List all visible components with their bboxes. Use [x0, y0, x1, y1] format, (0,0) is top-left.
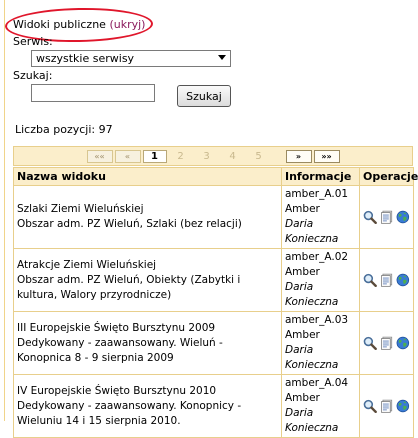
view-info-cell: amber_A.03 Amber Daria Konieczna [281, 311, 360, 375]
view-name: III Europejskie Święto Bursztynu 2009 [17, 321, 216, 334]
view-code: amber_A.01 [285, 188, 349, 200]
view-type: Amber [285, 203, 320, 215]
pager-page-5[interactable]: 5 [247, 150, 271, 163]
view-description: Obszar adm. PZ Wieluń, Szlaki (bez relac… [17, 218, 242, 230]
author-last-name: Konieczna [285, 422, 339, 434]
document-icon[interactable] [380, 273, 394, 287]
search-input[interactable] [31, 84, 155, 102]
document-icon[interactable] [380, 336, 394, 350]
service-select[interactable]: wszystkie serwisy [31, 50, 231, 67]
table-row: IV Europejskie Święto Bursztynu 2010 Ded… [13, 374, 414, 438]
view-name-cell: Atrakcje Ziemi Wieluńskiej Obszar adm. P… [13, 248, 282, 312]
pager-page-4[interactable]: 4 [221, 150, 245, 163]
globe-icon[interactable] [396, 399, 410, 413]
search-button[interactable]: Szukaj [177, 85, 231, 107]
author-last-name: Konieczna [285, 296, 339, 308]
table-header-row: Nazwa widoku Informacje Operacje [13, 167, 418, 186]
view-description: Dedykowany - zaawansowany. Wieluń - Kono… [17, 336, 223, 364]
globe-icon[interactable] [396, 273, 410, 287]
item-count: Liczba pozycji: 97 [15, 123, 113, 136]
author-first-name: Daria [285, 281, 314, 293]
public-views-title: Widoki publiczne [13, 18, 106, 31]
pager-next-button[interactable]: » [285, 149, 312, 163]
globe-icon[interactable] [396, 210, 410, 224]
view-ops-cell [359, 374, 414, 438]
magnifier-icon[interactable] [363, 210, 377, 224]
view-description: Dedykowany - zaawansowany. Konopnicy - W… [17, 399, 242, 427]
author-first-name: Daria [285, 407, 314, 419]
pager-last-button[interactable]: »» [313, 149, 340, 163]
chevron-down-icon [218, 55, 226, 60]
pager-first-button[interactable]: «« [86, 149, 113, 163]
view-name-cell: III Europejskie Święto Bursztynu 2009 De… [13, 311, 282, 375]
view-name-cell: IV Europejskie Święto Bursztynu 2010 Ded… [13, 374, 282, 438]
pager-prev-button[interactable]: « [114, 149, 141, 163]
service-label: Serwis: [13, 35, 53, 48]
pager-page-2[interactable]: 2 [169, 150, 193, 163]
hide-link[interactable]: (ukryj) [109, 18, 145, 31]
author-first-name: Daria [285, 218, 314, 230]
view-description: Obszar adm. PZ Wieluń, Obiekty (Zabytki … [17, 273, 241, 301]
view-name: Szlaki Ziemi Wieluńskiej [17, 203, 144, 215]
column-header-name: Nazwa widoku [13, 167, 282, 186]
magnifier-icon[interactable] [363, 399, 377, 413]
main-panel: Widoki publiczne (ukryj) Serwis: wszystk… [4, 0, 418, 438]
table-row: Szlaki Ziemi Wieluńskiej Obszar adm. PZ … [13, 185, 414, 249]
view-name: IV Europejskie Święto Bursztynu 2010 [17, 384, 217, 397]
view-code: amber_A.04 [285, 377, 349, 389]
view-type: Amber [285, 329, 320, 341]
view-type: Amber [285, 392, 320, 404]
pager-page-1[interactable]: 1 [142, 149, 167, 163]
author-first-name: Daria [285, 344, 314, 356]
view-name: Atrakcje Ziemi Wieluńskiej [17, 258, 157, 271]
public-views-header: Widoki publiczne (ukryj) [13, 18, 145, 31]
table-row: III Europejskie Święto Bursztynu 2009 De… [13, 311, 414, 375]
view-code: amber_A.02 [285, 251, 349, 263]
view-name-cell: Szlaki Ziemi Wieluńskiej Obszar adm. PZ … [13, 185, 282, 249]
view-info-cell: amber_A.01 Amber Daria Konieczna [281, 185, 360, 249]
view-ops-cell [359, 311, 414, 375]
document-icon[interactable] [380, 399, 394, 413]
table-row: Atrakcje Ziemi Wieluńskiej Obszar adm. P… [13, 248, 414, 312]
pager: «« « 1 2 3 4 5 » »» [13, 146, 413, 166]
column-header-ops: Operacje [359, 167, 418, 186]
author-last-name: Konieczna [285, 233, 339, 245]
author-last-name: Konieczna [285, 359, 339, 371]
view-ops-cell [359, 185, 414, 249]
views-table: Nazwa widoku Informacje Operacje Szlaki … [13, 167, 418, 438]
pager-page-3[interactable]: 3 [195, 150, 219, 163]
view-code: amber_A.03 [285, 314, 349, 326]
search-label: Szukaj: [13, 69, 53, 82]
magnifier-icon[interactable] [363, 336, 377, 350]
view-ops-cell [359, 248, 414, 312]
document-icon[interactable] [380, 210, 394, 224]
magnifier-icon[interactable] [363, 273, 377, 287]
column-header-info: Informacje [281, 167, 360, 186]
globe-icon[interactable] [396, 336, 410, 350]
view-type: Amber [285, 266, 320, 278]
view-info-cell: amber_A.02 Amber Daria Konieczna [281, 248, 360, 312]
view-info-cell: amber_A.04 Amber Daria Konieczna [281, 374, 360, 438]
